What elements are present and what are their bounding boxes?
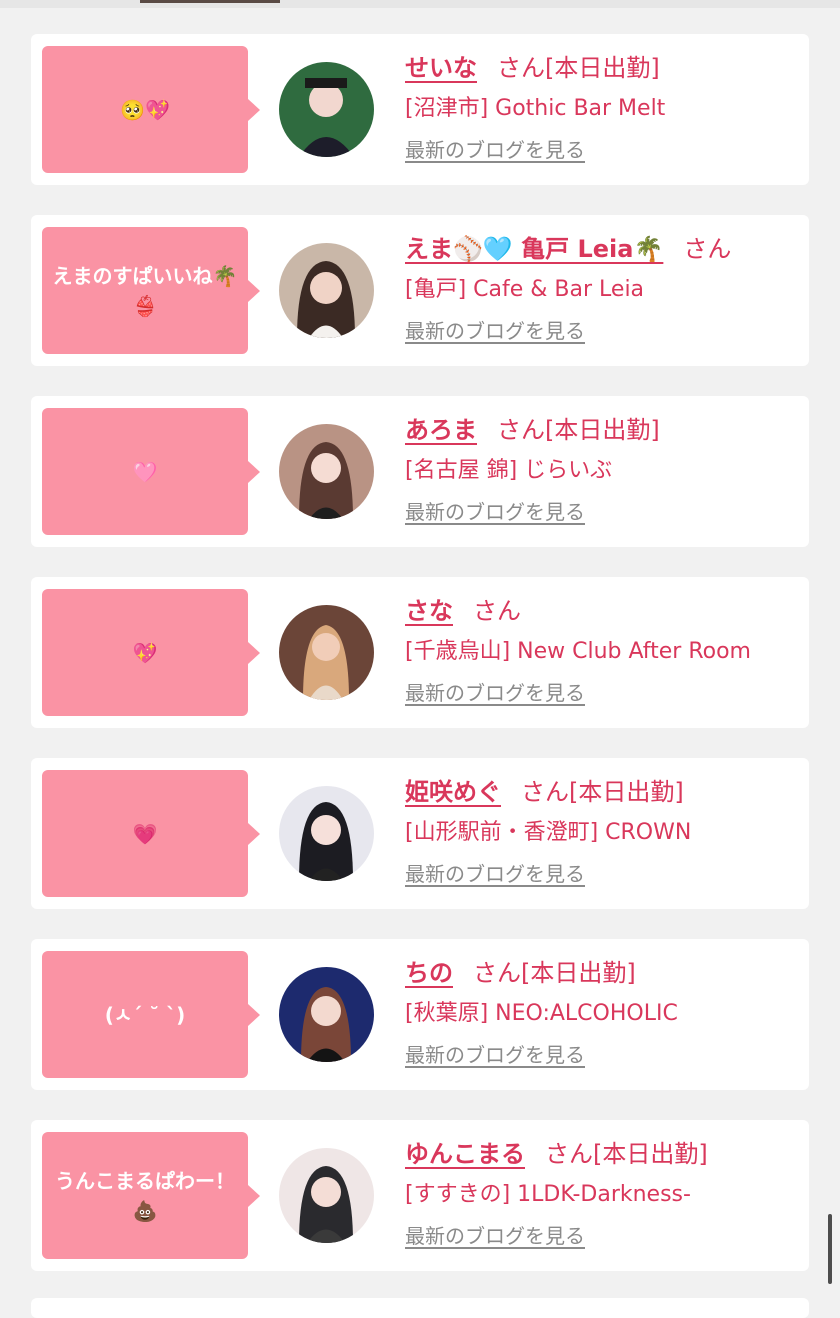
latest-blog-link[interactable]: 最新のブログを見る [405, 1220, 805, 1249]
latest-blog-link[interactable]: 最新のブログを見る [405, 134, 805, 163]
cast-name-link[interactable]: せいな [405, 54, 477, 82]
cast-status: さん [473, 597, 521, 625]
avatar[interactable] [279, 786, 374, 881]
cast-status: さん[本日出勤] [545, 1140, 708, 1168]
avatar[interactable] [279, 243, 374, 338]
cast-status: さん[本日出勤] [473, 959, 636, 987]
cast-list: 🥺💖 せいな さん[本日出勤] [沼津市] Gothic Bar Melt 最新の… [31, 34, 809, 1301]
latest-blog-link[interactable]: 最新のブログを見る [405, 677, 805, 706]
shop-label[interactable]: [山形駅前・香澄町] CROWN [405, 814, 805, 845]
cast-name-link[interactable]: 姫咲めぐ [405, 778, 501, 806]
message-bubble: うんこまるぱわー！💩 [42, 1132, 260, 1259]
cast-card: 💗 姫咲めぐ さん[本日出勤] [山形駅前・香澄町] CROWN 最新のブログを見… [31, 758, 809, 909]
shop-label[interactable]: [すすきの] 1LDK-Darkness- [405, 1176, 805, 1207]
cast-name-link[interactable]: ゆんこまる [405, 1140, 525, 1168]
cast-card: 💖 さな さん [千歳烏山] New Club After Room 最新のブログ… [31, 577, 809, 728]
latest-blog-link[interactable]: 最新のブログを見る [405, 315, 805, 344]
top-divider [0, 0, 840, 8]
cast-card: えまのすぱいいね🌴👙 えま⚾️🩵 亀戸 Leia🌴 さん [亀戸] Cafe & … [31, 215, 809, 366]
shop-label[interactable]: [千歳烏山] New Club After Room [405, 633, 805, 664]
shop-label[interactable]: [亀戸] Cafe & Bar Leia [405, 271, 805, 302]
cast-name-link[interactable]: さな [405, 597, 453, 625]
message-bubble: えまのすぱいいね🌴👙 [42, 227, 260, 354]
cast-status: さん[本日出勤] [497, 54, 660, 82]
avatar[interactable] [279, 1148, 374, 1243]
message-bubble: 💗 [42, 770, 260, 897]
message-bubble: 🩷 [42, 408, 260, 535]
shop-label[interactable]: [秋葉原] NEO:ALCOHOLIC [405, 995, 805, 1026]
message-bubble: 🥺💖 [42, 46, 260, 173]
latest-blog-link[interactable]: 最新のブログを見る [405, 1039, 805, 1068]
message-bubble: 💖 [42, 589, 260, 716]
cast-status: さん[本日出勤] [497, 416, 660, 444]
latest-blog-link[interactable]: 最新のブログを見る [405, 496, 805, 525]
avatar[interactable] [279, 62, 374, 157]
cast-status: さん [683, 235, 732, 263]
scrollbar[interactable] [828, 1214, 832, 1284]
shop-label[interactable]: [名古屋 錦] じらいぶ [405, 452, 805, 483]
cast-card: 🥺💖 せいな さん[本日出勤] [沼津市] Gothic Bar Melt 最新の… [31, 34, 809, 185]
latest-blog-link[interactable]: 最新のブログを見る [405, 858, 805, 887]
message-bubble: (ㅅ´ ˘ `) [42, 951, 260, 1078]
cast-name-link[interactable]: ちの [405, 959, 453, 987]
cast-card: 🩷 あろま さん[本日出勤] [名古屋 錦] じらいぶ 最新のブログを見る [31, 396, 809, 547]
active-tab-indicator [140, 0, 280, 3]
cast-name-link[interactable]: えま⚾️🩵 亀戸 Leia🌴 [405, 235, 663, 263]
shop-label[interactable]: [沼津市] Gothic Bar Melt [405, 90, 805, 121]
avatar[interactable] [279, 967, 374, 1062]
cast-card-partial [31, 1298, 809, 1318]
cast-name-link[interactable]: あろま [405, 416, 477, 444]
cast-card: うんこまるぱわー！💩 ゆんこまる さん[本日出勤] [すすきの] 1LDK-Dar… [31, 1120, 809, 1271]
cast-status: さん[本日出勤] [521, 778, 684, 806]
avatar[interactable] [279, 424, 374, 519]
cast-card: (ㅅ´ ˘ `) ちの さん[本日出勤] [秋葉原] NEO:ALCOHOLIC … [31, 939, 809, 1090]
avatar[interactable] [279, 605, 374, 700]
